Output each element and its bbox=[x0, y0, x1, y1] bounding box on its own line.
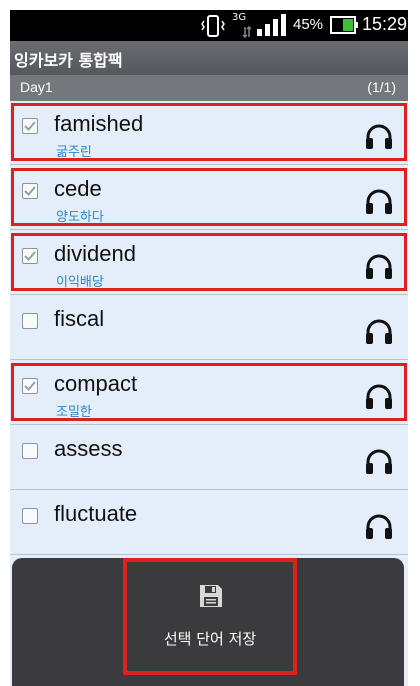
word-text: compact bbox=[54, 371, 138, 396]
headphones-icon[interactable] bbox=[364, 187, 394, 215]
checkbox-checked[interactable] bbox=[22, 118, 38, 134]
vibrate-icon bbox=[201, 15, 225, 37]
page-count: (1/1) bbox=[367, 79, 396, 95]
transfer-arrows-icon bbox=[242, 26, 252, 38]
headphones-icon[interactable] bbox=[364, 447, 394, 475]
word-row-fluctuate[interactable]: fluctuate bbox=[10, 491, 408, 555]
word-meaning: 양도하다 bbox=[56, 210, 104, 225]
checkbox-unchecked[interactable] bbox=[22, 443, 38, 459]
battery-icon bbox=[330, 16, 358, 34]
checkbox-checked[interactable] bbox=[22, 378, 38, 394]
network-type: 3G bbox=[232, 12, 247, 23]
checkbox-checked[interactable] bbox=[22, 248, 38, 264]
headphones-icon[interactable] bbox=[364, 512, 394, 540]
floppy-disk-icon bbox=[200, 585, 222, 607]
headphones-icon[interactable] bbox=[364, 252, 394, 280]
checkbox-checked[interactable] bbox=[22, 183, 38, 199]
word-row-compact[interactable]: compact 조밀한 bbox=[10, 361, 408, 425]
checkbox-unchecked[interactable] bbox=[22, 313, 38, 329]
headphones-icon[interactable] bbox=[364, 317, 394, 345]
save-button-label: 선택 단어 저장 bbox=[163, 630, 257, 648]
checkbox-unchecked[interactable] bbox=[22, 508, 38, 524]
word-meaning: 조밀한 bbox=[56, 405, 92, 420]
word-row-cede[interactable]: cede 양도하다 bbox=[10, 166, 408, 230]
signal-icon bbox=[257, 14, 286, 36]
word-row-dividend[interactable]: dividend 이익배당 bbox=[10, 231, 408, 295]
word-text: dividend bbox=[54, 241, 136, 266]
headphones-icon[interactable] bbox=[364, 382, 394, 410]
headphones-icon[interactable] bbox=[364, 122, 394, 150]
day-label: Day1 bbox=[20, 79, 53, 95]
word-text: famished bbox=[54, 111, 144, 136]
app-screen: 3G 45% 15:29 잉카보카 통합팩 Day1 (1/1) famishe… bbox=[10, 10, 408, 686]
clock: 15:29 bbox=[362, 14, 408, 34]
word-text: fluctuate bbox=[54, 501, 138, 526]
app-title: 잉카보카 통합팩 bbox=[14, 51, 123, 70]
word-text: fiscal bbox=[54, 306, 105, 331]
word-row-famished[interactable]: famished 굶주린 bbox=[10, 101, 408, 165]
word-text: cede bbox=[54, 176, 102, 201]
word-row-fiscal[interactable]: fiscal bbox=[10, 296, 408, 360]
battery-percent: 45% bbox=[293, 16, 324, 33]
save-selected-words-button[interactable]: 선택 단어 저장 bbox=[123, 558, 297, 675]
word-meaning: 굶주린 bbox=[56, 145, 92, 160]
status-bar: 3G 45% 15:29 bbox=[10, 10, 408, 41]
word-meaning: 이익배당 bbox=[56, 275, 104, 290]
word-text: assess bbox=[54, 436, 123, 461]
day-header: Day1 (1/1) bbox=[10, 75, 408, 101]
title-bar: 잉카보카 통합팩 bbox=[10, 41, 408, 75]
word-row-assess[interactable]: assess bbox=[10, 426, 408, 490]
